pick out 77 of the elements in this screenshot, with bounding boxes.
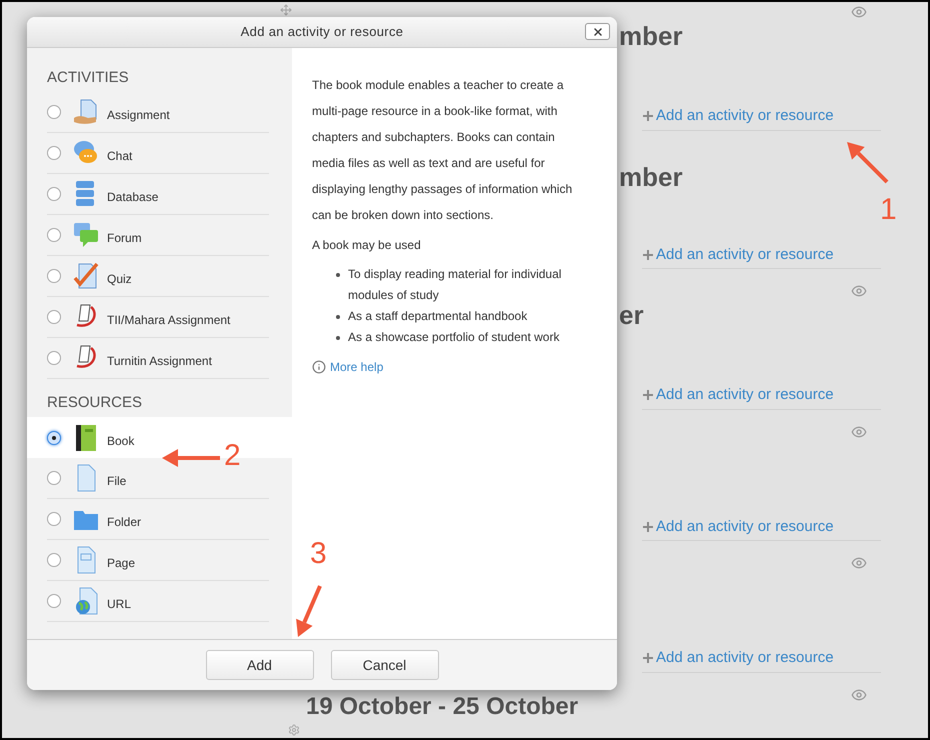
- checkmark-document-icon: [73, 262, 99, 290]
- globe-document-icon: [73, 587, 99, 615]
- radio-button[interactable]: [47, 553, 61, 567]
- dialog-title: Add an activity or resource: [240, 23, 404, 42]
- radio-button[interactable]: [47, 269, 61, 283]
- module-label: Forum: [107, 230, 142, 247]
- radio-button[interactable]: [47, 512, 61, 526]
- module-label: TII/Mahara Assignment: [107, 312, 230, 329]
- plus-icon: [642, 389, 654, 402]
- radio-button[interactable]: [47, 594, 61, 608]
- radio-button[interactable]: [47, 310, 61, 324]
- description-text: The book module enables a teacher to create a multi-page resource in a book-like format, with chapters and subchapters. Books can contain media files as well as text and are useful for displaying lengthy passages of information which can be broken down into sections.: [312, 77, 574, 224]
- radio-button[interactable]: [47, 187, 61, 201]
- book-icon: [73, 424, 99, 452]
- bullet-text: As a staff departmental handbook: [348, 308, 528, 325]
- annotation-number: 3: [310, 538, 327, 570]
- annotation-arrow: [296, 585, 322, 637]
- module-option[interactable]: Forum: [27, 215, 292, 256]
- section-heading: mber: [619, 21, 683, 51]
- module-option[interactable]: Turnitin Assignment: [27, 338, 292, 379]
- add-button[interactable]: Add: [206, 650, 314, 680]
- module-label: Book: [107, 432, 134, 450]
- move-icon[interactable]: [280, 4, 292, 16]
- module-label: Database: [107, 189, 158, 206]
- radio-button[interactable]: [47, 471, 61, 485]
- module-label: Quiz: [107, 271, 132, 288]
- module-option[interactable]: Database: [27, 174, 292, 215]
- help-link[interactable]: More help: [330, 358, 384, 376]
- speech-bubbles-icon: [73, 221, 99, 249]
- module-label: File: [107, 473, 126, 490]
- settings-icon[interactable]: [288, 724, 300, 736]
- module-option[interactable]: Page: [27, 540, 292, 581]
- module-option[interactable]: TII/Mahara Assignment: [27, 297, 292, 338]
- cancel-button[interactable]: Cancel: [330, 650, 438, 680]
- section-heading: er: [619, 300, 644, 330]
- radio-button[interactable]: [47, 430, 61, 444]
- plus-icon: [642, 652, 654, 664]
- module-label: URL: [107, 596, 132, 613]
- section-label: RESOURCES: [47, 394, 142, 411]
- module-label: Chat: [107, 148, 132, 165]
- annotation-number: 1: [880, 194, 897, 226]
- module-label: Folder: [107, 514, 142, 531]
- module-option[interactable]: Quiz: [27, 256, 292, 297]
- module-label: Turnitin Assignment: [107, 353, 212, 370]
- eye-icon[interactable]: [851, 283, 867, 299]
- info-icon: [312, 360, 326, 374]
- module-label: Assignment: [107, 107, 170, 124]
- bullet-icon: [336, 273, 340, 277]
- bullet-icon: [336, 336, 340, 340]
- radio-button[interactable]: [47, 105, 61, 119]
- bullet-text: As a showcase portfolio of student work: [348, 329, 560, 346]
- bullet-text: To display reading material for individual modules of study: [348, 266, 562, 304]
- section-heading: 19 October - 25 October: [306, 693, 578, 720]
- module-label: Page: [107, 555, 136, 572]
- annotation-arrow: [847, 142, 888, 184]
- section-label: ACTIVITIES: [47, 69, 129, 86]
- plus-icon: [642, 248, 654, 261]
- plus-icon: [642, 110, 654, 122]
- module-option[interactable]: Folder: [27, 499, 292, 540]
- eye-icon[interactable]: [851, 424, 867, 440]
- bullet-icon: [336, 315, 340, 319]
- module-option[interactable]: URL: [27, 581, 292, 622]
- module-option[interactable]: Assignment: [27, 92, 292, 133]
- eye-icon[interactable]: [851, 4, 867, 20]
- radio-button[interactable]: [47, 351, 61, 365]
- annotation-arrow: [162, 449, 220, 467]
- close-icon: [592, 26, 604, 38]
- section-heading: mber: [619, 162, 683, 192]
- description-text: A book may be used: [312, 237, 422, 254]
- eye-icon[interactable]: [851, 686, 867, 702]
- radio-button[interactable]: [47, 146, 61, 160]
- radio-button[interactable]: [47, 228, 61, 242]
- eye-icon[interactable]: [851, 555, 867, 571]
- close-button[interactable]: [585, 23, 610, 40]
- module-option[interactable]: Chat: [27, 133, 292, 174]
- plus-icon: [642, 520, 654, 533]
- document-hand-icon: [73, 98, 99, 126]
